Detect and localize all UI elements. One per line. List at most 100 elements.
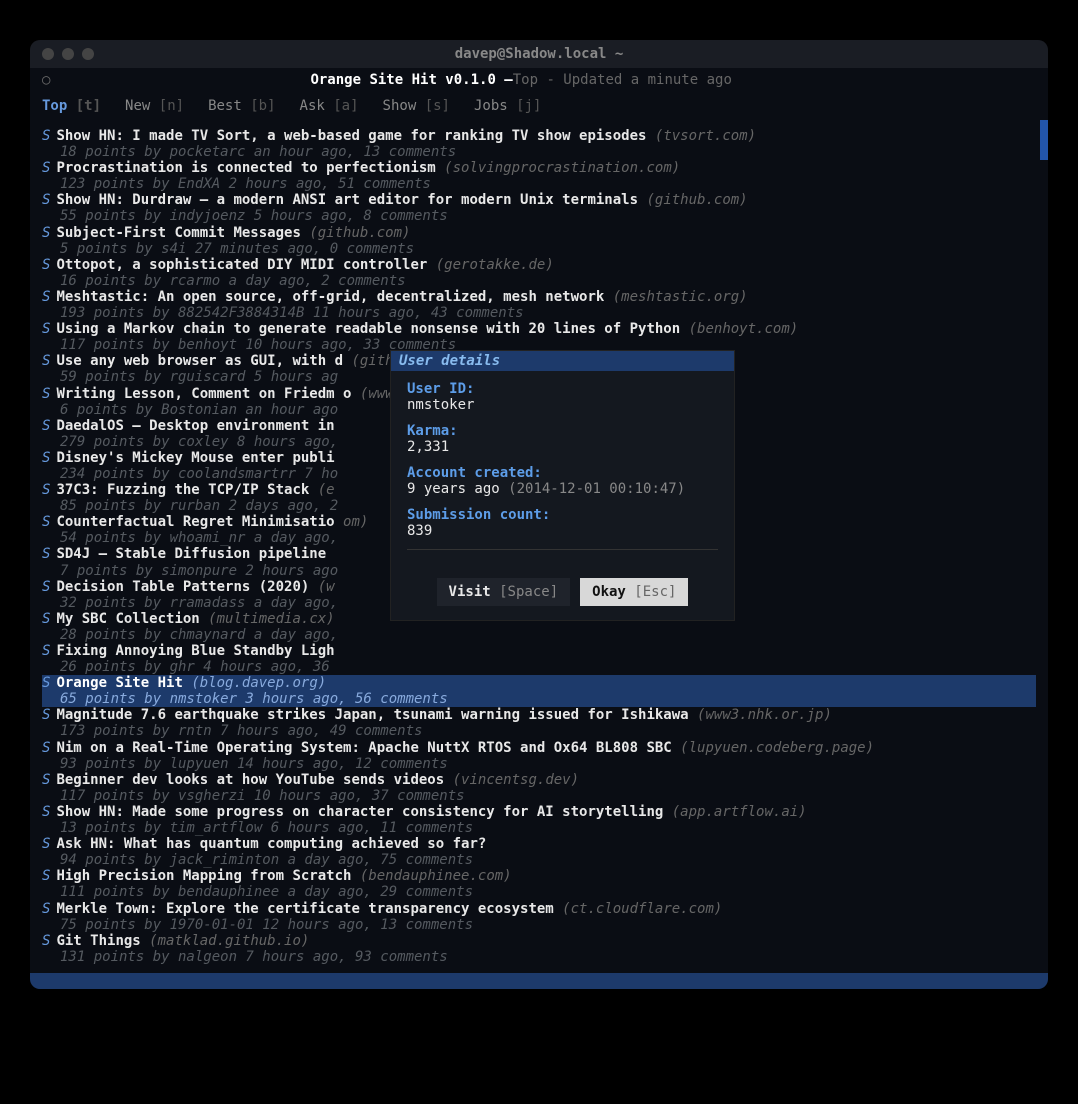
item-marker: S [42, 579, 50, 595]
item-title: Using a Markov chain to generate readabl… [56, 321, 680, 337]
list-item[interactable]: SOttopot, a sophisticated DIY MIDI contr… [42, 257, 1036, 289]
item-marker: S [42, 353, 50, 369]
item-marker: S [42, 804, 50, 820]
item-meta: 5 points by s4i 27 minutes ago, 0 commen… [42, 241, 1036, 257]
tab-best[interactable]: Best [b] [208, 98, 275, 114]
list-item[interactable]: SGit Things (matklad.github.io)131 point… [42, 933, 1036, 965]
item-domain: (matklad.github.io) [149, 933, 309, 949]
visit-button-label: Visit [449, 584, 491, 600]
created-timestamp: (2014-12-01 00:10:47) [508, 481, 685, 497]
app-subtitle: Top - Updated a minute ago [513, 72, 732, 88]
item-marker: S [42, 772, 50, 788]
item-title: Show HN: Made some progress on character… [56, 804, 663, 820]
scrollbar-thumb[interactable] [1040, 120, 1048, 160]
item-domain: (ct.cloudflare.com) [562, 901, 722, 917]
item-marker: S [42, 450, 50, 466]
tab-bar: Top [t] New [n] Best [b] Ask [a] Show [s] Job… [30, 92, 1048, 120]
item-domain: (w [318, 579, 335, 595]
item-meta: 65 points by nmstoker 3 hours ago, 56 co… [42, 691, 1036, 707]
okay-button-label: Okay [592, 584, 626, 600]
item-title: Orange Site Hit [56, 675, 182, 691]
user-id-value: nmstoker [407, 397, 718, 413]
item-meta: 93 points by lupyuen 14 hours ago, 12 co… [42, 756, 1036, 772]
item-marker: S [42, 386, 50, 402]
visit-button-key: [Space] [499, 584, 558, 600]
okay-button-key: [Esc] [634, 584, 676, 600]
item-marker: S [42, 675, 50, 691]
window-title: davep@Shadow.local ~ [455, 46, 624, 62]
traffic-lights [42, 48, 94, 60]
list-item[interactable]: S Subject-First Commit Messages (github.c… [42, 225, 1036, 257]
tab-top[interactable]: Top [t] [42, 98, 101, 114]
tab-show[interactable]: Show [s] [383, 98, 450, 114]
item-title: Nim on a Real-Time Operating System: Apa… [56, 740, 671, 756]
item-title: DaedalOS – Desktop environment in [56, 418, 334, 434]
item-domain: (lupyuen.codeberg.page) [680, 740, 874, 756]
item-marker: S [42, 836, 50, 852]
list-item[interactable]: S Magnitude 7.6 earthquake strikes Japan,… [42, 707, 1036, 739]
item-meta: 55 points by indyjoenz 5 hours ago, 8 co… [42, 208, 1036, 224]
item-marker: S [42, 514, 50, 530]
list-item[interactable]: SShow HN: Durdraw – a modern ANSI art ed… [42, 192, 1036, 224]
modal-title: User details [391, 351, 734, 371]
window-titlebar[interactable]: davep@Shadow.local ~ [30, 40, 1048, 68]
item-marker: S [42, 192, 50, 208]
list-item[interactable]: SNim on a Real-Time Operating System: Ap… [42, 740, 1036, 772]
item-title: Disney's Mickey Mouse enter publi [56, 450, 334, 466]
list-item[interactable]: S Beginner dev looks at how YouTube sends… [42, 772, 1036, 804]
visit-button[interactable]: Visit [Space] [437, 578, 571, 606]
item-domain: (www3.nhk.or.jp) [697, 707, 832, 723]
close-icon[interactable] [42, 48, 54, 60]
tab-new[interactable]: New [n] [125, 98, 184, 114]
item-title: Show HN: I made TV Sort, a web-based gam… [56, 128, 646, 144]
item-domain: (github.com) [309, 225, 410, 241]
item-meta: 94 points by jack_riminton a day ago, 75… [42, 852, 1036, 868]
item-title: Magnitude 7.6 earthquake strikes Japan, … [56, 707, 688, 723]
list-item[interactable]: SProcrastination is connected to perfect… [42, 160, 1036, 192]
app-title: Orange Site Hit v0.1.0 — [310, 72, 512, 88]
submission-count-label: Submission count: [407, 507, 718, 523]
list-item[interactable]: S Ask HN: What has quantum computing achi… [42, 836, 1036, 868]
item-marker: S [42, 128, 50, 144]
item-title: Writing Lesson, Comment on Friedm o [56, 386, 351, 402]
minimize-icon[interactable] [62, 48, 74, 60]
item-title: Procrastination is connected to perfecti… [56, 160, 435, 176]
item-marker: S [42, 707, 50, 723]
maximize-icon[interactable] [82, 48, 94, 60]
item-title: Subject-First Commit Messages [56, 225, 300, 241]
item-title: Ask HN: What has quantum computing achie… [56, 836, 486, 852]
item-meta: 28 points by chmaynard a day ago, [42, 627, 1036, 643]
item-marker: S [42, 418, 50, 434]
item-title: Use any web browser as GUI, with d [56, 353, 343, 369]
item-domain: om) [343, 514, 368, 530]
list-item[interactable]: SHigh Precision Mapping from Scratch (be… [42, 868, 1036, 900]
item-marker: S [42, 868, 50, 884]
menu-icon[interactable]: ○ [42, 72, 50, 88]
item-domain: (solvingprocrastination.com) [444, 160, 680, 176]
terminal-window: davep@Shadow.local ~ ○ Orange Site Hit v… [30, 40, 1048, 989]
item-title: Beginner dev looks at how YouTube sends … [56, 772, 444, 788]
list-item[interactable]: SMeshtastic: An open source, off-grid, d… [42, 289, 1036, 321]
item-title: Merkle Town: Explore the certificate tra… [56, 901, 553, 917]
list-item[interactable]: SOrange Site Hit (blog.davep.org)65 poin… [42, 675, 1036, 707]
created-value: 9 years ago [407, 481, 500, 497]
list-item[interactable]: SMerkle Town: Explore the certificate tr… [42, 901, 1036, 933]
list-item[interactable]: S Show HN: I made TV Sort, a web-based ga… [42, 128, 1036, 160]
tab-jobs[interactable]: Jobs [j] [474, 98, 541, 114]
item-title: Meshtastic: An open source, off-grid, de… [56, 289, 604, 305]
item-marker: S [42, 611, 50, 627]
item-marker: S [42, 321, 50, 337]
item-domain: (bendauphinee.com) [360, 868, 512, 884]
item-meta: 111 points by bendauphinee a day ago, 29… [42, 884, 1036, 900]
item-marker: S [42, 225, 50, 241]
list-item[interactable]: S Show HN: Made some progress on characte… [42, 804, 1036, 836]
item-title: Counterfactual Regret Minimisatio [56, 514, 334, 530]
tab-ask[interactable]: Ask [a] [300, 98, 359, 114]
item-domain: (e [318, 482, 335, 498]
list-item[interactable]: S Using a Markov chain to generate readab… [42, 321, 1036, 353]
okay-button[interactable]: Okay [Esc] [580, 578, 688, 606]
item-meta: 123 points by EndXA 2 hours ago, 51 comm… [42, 176, 1036, 192]
item-domain: (github.com) [646, 192, 747, 208]
content-area: S Show HN: I made TV Sort, a web-based ga… [30, 120, 1048, 973]
list-item[interactable]: SFixing Annoying Blue Standby Ligh 26 po… [42, 643, 1036, 675]
